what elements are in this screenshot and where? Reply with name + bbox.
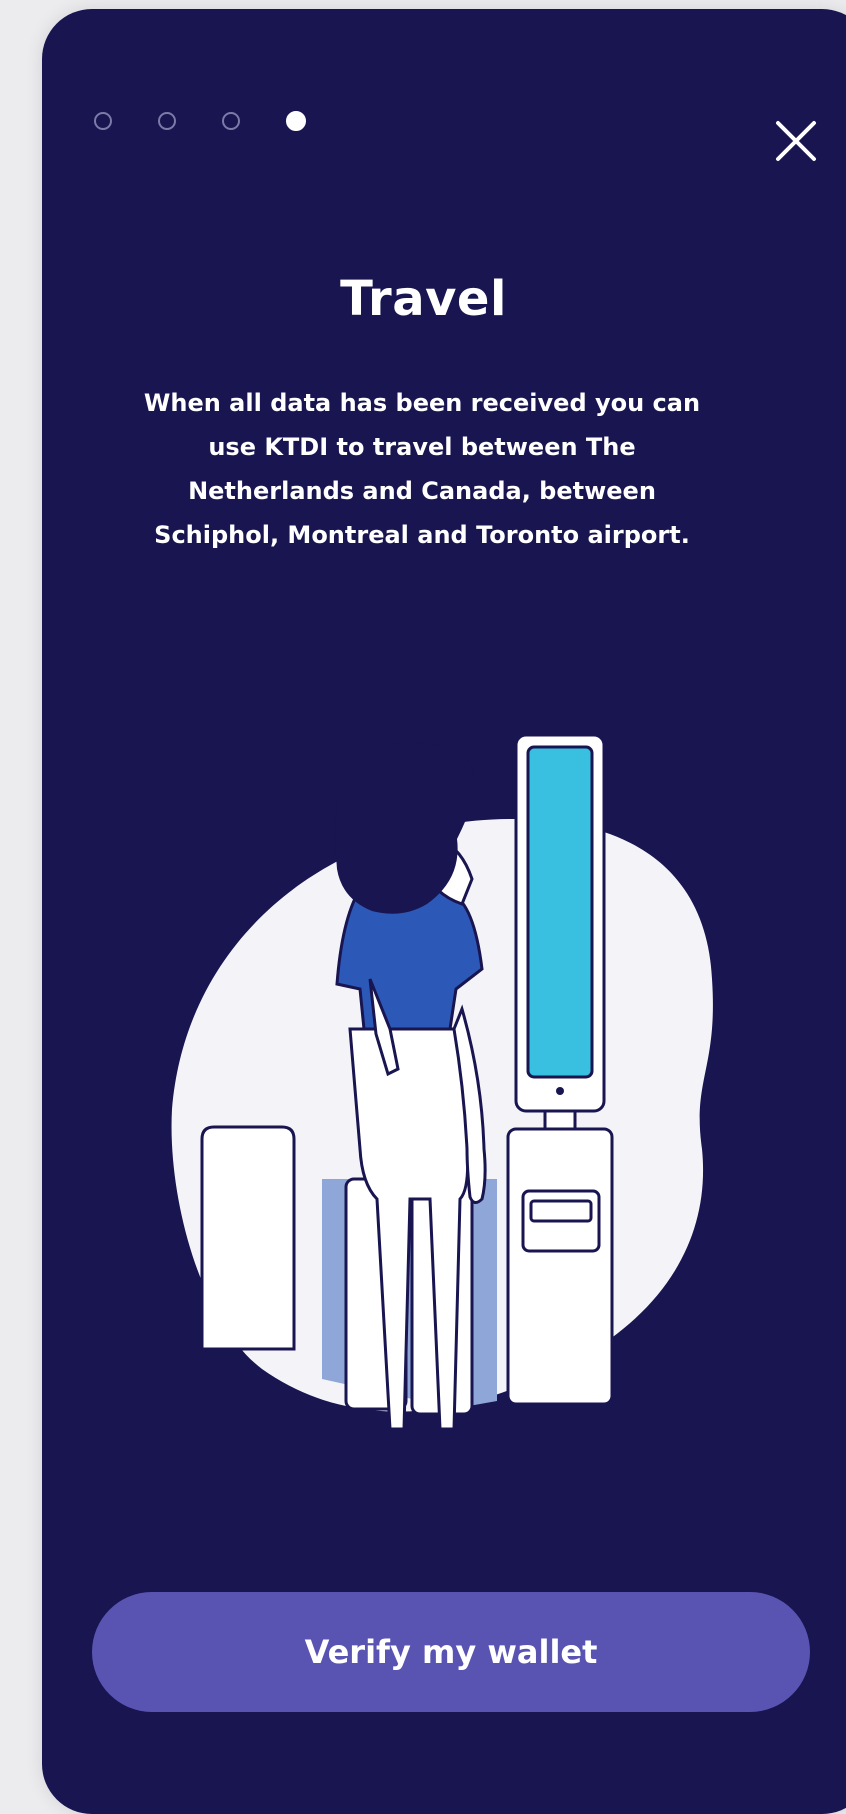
gate-left xyxy=(200,1125,296,1351)
kiosk-slot-inner xyxy=(529,1199,593,1223)
page-description: When all data has been received you can … xyxy=(143,389,701,549)
kiosk-screen xyxy=(526,745,594,1079)
page-dot-1[interactable] xyxy=(94,112,112,130)
kiosk-camera xyxy=(556,1087,564,1095)
page-dot-3[interactable] xyxy=(222,112,240,130)
kiosk-base xyxy=(506,1127,614,1406)
page-dot-4-active[interactable] xyxy=(286,111,306,131)
close-icon xyxy=(776,121,816,161)
pagination-dots xyxy=(94,111,306,131)
kiosk-neck xyxy=(543,1109,577,1131)
verify-wallet-button[interactable]: Verify my wallet xyxy=(92,1592,810,1712)
travel-kiosk-illustration xyxy=(171,733,713,1429)
onboarding-card: Travel When all data has been received y… xyxy=(42,9,846,1814)
close-button[interactable] xyxy=(772,117,820,165)
page-title: Travel xyxy=(340,271,507,327)
page-dot-2[interactable] xyxy=(158,112,176,130)
